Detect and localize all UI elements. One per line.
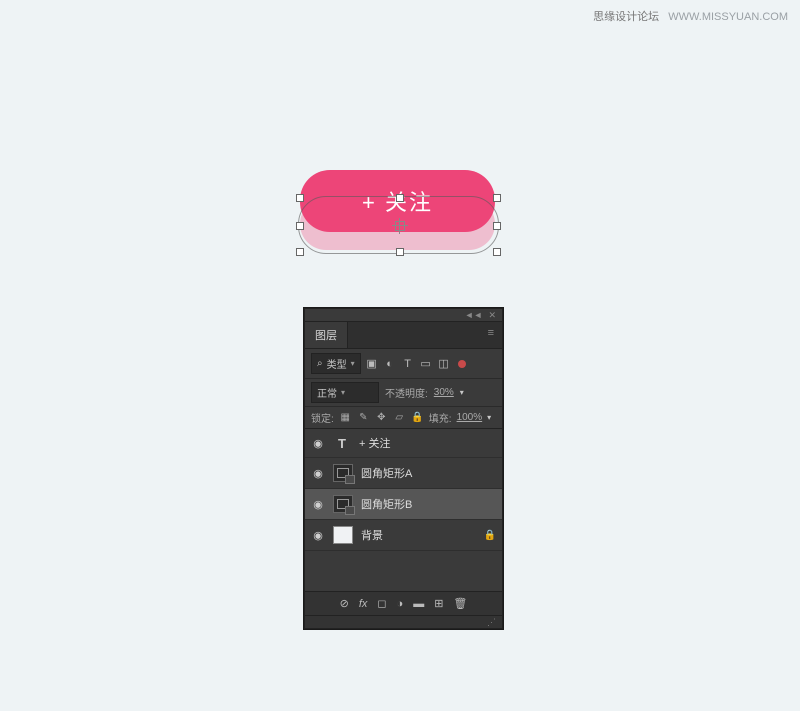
layer-row-background[interactable]: ◉ 背景 🔒	[305, 520, 502, 551]
search-icon: ⌕	[317, 358, 323, 369]
filter-shape-icon[interactable]: ▭	[419, 357, 433, 371]
handle-mr[interactable]	[493, 222, 501, 230]
chevron-down-icon[interactable]: ▾	[487, 413, 491, 422]
bg-thumb-icon	[333, 526, 353, 544]
shape-thumb-icon	[333, 464, 353, 482]
filter-text-icon[interactable]: T	[401, 357, 415, 371]
blend-mode-value: 正常	[317, 385, 337, 400]
visibility-icon[interactable]: ◉	[311, 467, 325, 480]
lock-all-icon[interactable]: 🔒	[411, 411, 424, 424]
layer-filter-row: ⌕ 类型 ▾ ▣ ◐ T ▭ ◫	[305, 349, 502, 379]
layer-name[interactable]: 背景	[361, 527, 476, 543]
new-layer-icon[interactable]: ⊞	[434, 597, 443, 610]
watermark: 思缘设计论坛 WWW.MISSYUAN.COM	[593, 8, 788, 24]
layer-row-text[interactable]: ◉ T + 关注	[305, 429, 502, 458]
handle-tl[interactable]	[296, 194, 304, 202]
lock-label: 锁定:	[311, 410, 334, 425]
handle-tr[interactable]	[493, 194, 501, 202]
text-thumb-icon: T	[333, 435, 351, 451]
filter-adjust-icon[interactable]: ◐	[383, 357, 397, 371]
layers-spacer	[305, 551, 502, 591]
chevron-down-icon: ▾	[341, 388, 345, 397]
handle-bm[interactable]	[396, 248, 404, 256]
filter-type-select[interactable]: ⌕ 类型 ▾	[311, 353, 361, 374]
panel-menu-icon[interactable]: ≡	[480, 322, 502, 348]
filter-smart-icon[interactable]: ◫	[437, 357, 451, 371]
lock-icon[interactable]: 🔒	[484, 530, 496, 541]
layers-list: ◉ T + 关注 ◉ 圆角矩形A ◉ 圆角矩形B ◉ 背景 🔒	[305, 429, 502, 591]
blend-mode-select[interactable]: 正常 ▾	[311, 382, 379, 403]
panel-topbar: ◄◄ ✕	[305, 309, 502, 322]
watermark-en: WWW.MISSYUAN.COM	[668, 11, 788, 23]
filter-image-icon[interactable]: ▣	[365, 357, 379, 371]
layers-panel: ◄◄ ✕ 图层 ≡ ⌕ 类型 ▾ ▣ ◐ T ▭ ◫ 正常 ▾ 不透明度: 30…	[304, 308, 503, 629]
filter-type-label: 类型	[327, 356, 347, 371]
handle-br[interactable]	[493, 248, 501, 256]
opacity-label: 不透明度:	[385, 385, 428, 400]
link-icon[interactable]: ⊘	[340, 597, 349, 610]
layer-name[interactable]: 圆角矩形A	[361, 465, 496, 481]
lock-fill-row: 锁定: ▦ ✎ ✥ ▱ 🔒 填充: 100% ▾	[305, 407, 502, 429]
lock-position-icon[interactable]: ✥	[375, 411, 388, 424]
visibility-icon[interactable]: ◉	[311, 437, 325, 450]
layer-row-shape-b[interactable]: ◉ 圆角矩形B	[305, 489, 502, 520]
selection-box[interactable]	[298, 196, 499, 254]
watermark-cn: 思缘设计论坛	[593, 11, 659, 23]
layer-name[interactable]: 圆角矩形B	[361, 496, 496, 512]
panel-bottom-toolbar: ⊘ fx ◻ ◑ ▬ ⊞ 🗑	[305, 591, 502, 615]
layer-name[interactable]: + 关注	[359, 435, 496, 451]
handle-ml[interactable]	[296, 222, 304, 230]
handle-tm[interactable]	[396, 194, 404, 202]
handle-bl[interactable]	[296, 248, 304, 256]
filter-toggle[interactable]	[455, 357, 469, 371]
blend-opacity-row: 正常 ▾ 不透明度: 30% ▾	[305, 379, 502, 407]
layer-row-shape-a[interactable]: ◉ 圆角矩形A	[305, 458, 502, 489]
shape-thumb-icon	[333, 495, 353, 513]
panel-footer: ⋰	[305, 615, 502, 628]
fill-label: 填充:	[429, 410, 452, 425]
chevron-down-icon[interactable]: ▾	[460, 388, 464, 397]
fill-value[interactable]: 100%	[457, 412, 483, 423]
visibility-icon[interactable]: ◉	[311, 529, 325, 542]
lock-artboard-icon[interactable]: ▱	[393, 411, 406, 424]
visibility-icon[interactable]: ◉	[311, 498, 325, 511]
canvas-stage: + 关注	[300, 170, 500, 260]
lock-pixels-icon[interactable]: ▦	[339, 411, 352, 424]
close-icon[interactable]: ✕	[488, 310, 496, 321]
opacity-value[interactable]: 30%	[434, 387, 454, 398]
resize-grip-icon[interactable]: ⋰	[487, 617, 496, 628]
fx-icon[interactable]: fx	[359, 598, 368, 610]
adjustment-icon[interactable]: ◑	[397, 598, 404, 610]
lock-brush-icon[interactable]: ✎	[357, 411, 370, 424]
mask-icon[interactable]: ◻	[377, 597, 386, 610]
group-icon[interactable]: ▬	[413, 598, 424, 610]
chevron-down-icon: ▾	[351, 359, 355, 368]
layers-tab[interactable]: 图层	[305, 322, 348, 348]
trash-icon[interactable]: 🗑	[453, 597, 467, 610]
anchor-center[interactable]	[395, 221, 405, 231]
collapse-icon[interactable]: ◄◄	[465, 310, 483, 320]
panel-tabs: 图层 ≡	[305, 322, 502, 349]
